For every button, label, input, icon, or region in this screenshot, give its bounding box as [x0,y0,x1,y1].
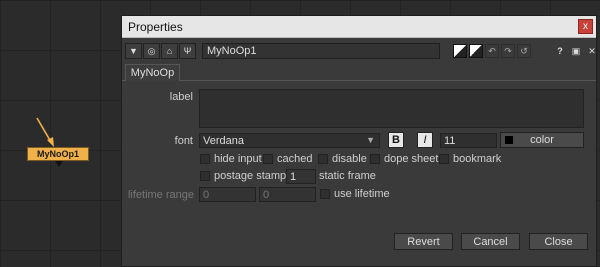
undo-icon[interactable]: ↶ [485,44,499,58]
font-select-value: Verdana [203,134,244,147]
checkbox-box[interactable] [263,154,273,164]
close-panel-icon[interactable]: ✕ [585,44,599,58]
label-field-label: label [169,91,193,103]
window-title: Properties [128,19,183,34]
checkbox-box[interactable] [200,154,210,164]
window-titlebar[interactable]: Properties [122,16,596,38]
bookmark-label: bookmark [453,153,502,165]
lifetime-end-input[interactable]: 0 [259,187,316,202]
redo-icon[interactable]: ↷ [501,44,515,58]
bold-button[interactable]: B [388,132,404,148]
help-icon[interactable]: ? [553,44,567,58]
tab-mynoop[interactable]: MyNoOp [125,64,180,81]
label-textarea[interactable] [199,89,584,128]
node-output-arrow [55,161,63,167]
checkbox-box[interactable] [200,171,210,181]
lifetime-start-input[interactable]: 0 [199,187,256,202]
graph-node-label: MyNoOp1 [36,149,79,159]
center-node-icon[interactable]: ◎ [143,43,160,59]
wrench-icon[interactable]: Ψ [179,43,196,59]
node-pointer-arrow [36,117,54,147]
close-button[interactable]: Close [529,233,588,250]
color-swatch [505,136,513,144]
properties-window: Properties x ▼ ◎ ⌂ Ψ MyNoOp1 ↶ ↷ ↺ ? ▣ ✕… [121,15,597,267]
checkbox-box[interactable] [320,189,330,199]
collapse-icon[interactable]: ▼ [125,43,142,59]
node-color-icon[interactable] [453,44,467,58]
dope-sheet-checkbox[interactable]: dope sheet [370,153,438,165]
font-field-label: font [174,135,193,147]
disable-label: disable [332,153,367,165]
use-lifetime-label: use lifetime [334,188,390,200]
window-close-button[interactable]: x [578,19,593,34]
revert-icon[interactable]: ↺ [517,44,531,58]
graph-node[interactable]: MyNoOp1 [27,147,89,161]
revert-button[interactable]: Revert [394,233,453,250]
font-size-input[interactable]: 11 [440,133,497,148]
input-color-icon[interactable] [469,44,483,58]
properties-toolbar: ▼ ◎ ⌂ Ψ MyNoOp1 ↶ ↷ ↺ ? ▣ ✕ [125,42,596,60]
cached-checkbox[interactable]: cached [263,153,312,165]
node-name-field[interactable]: MyNoOp1 [202,43,440,59]
postage-stamp-label: postage stamp [214,170,287,182]
dope-sheet-label: dope sheet [384,153,439,165]
hide-input-label: hide input [214,153,262,165]
color-button[interactable]: color [500,132,584,148]
color-button-label: color [530,134,554,146]
float-window-icon[interactable]: ▣ [569,44,583,58]
lifetime-range-label: lifetime range [127,189,194,201]
tool-icon[interactable]: ⌂ [161,43,178,59]
hide-input-checkbox[interactable]: hide input [200,153,262,165]
checkbox-box[interactable] [318,154,328,164]
static-frame-label: static frame [319,170,376,182]
dropdown-arrow-icon: ▼ [366,135,375,145]
disable-checkbox[interactable]: disable [318,153,367,165]
italic-button[interactable]: I [417,132,433,148]
cancel-button[interactable]: Cancel [461,233,520,250]
bookmark-checkbox[interactable]: bookmark [439,153,501,165]
checkbox-box[interactable] [439,154,449,164]
font-select[interactable]: Verdana ▼ [199,133,380,148]
use-lifetime-checkbox[interactable]: use lifetime [320,188,390,200]
postage-stamp-checkbox[interactable]: postage stamp [200,170,286,182]
static-frame-text: static frame [319,170,376,182]
tab-bar: MyNoOp [122,64,596,81]
checkbox-box[interactable] [370,154,380,164]
dialog-footer: Revert Cancel Close [122,222,596,266]
cached-label: cached [277,153,313,165]
static-frame-input[interactable]: 1 [286,169,316,184]
